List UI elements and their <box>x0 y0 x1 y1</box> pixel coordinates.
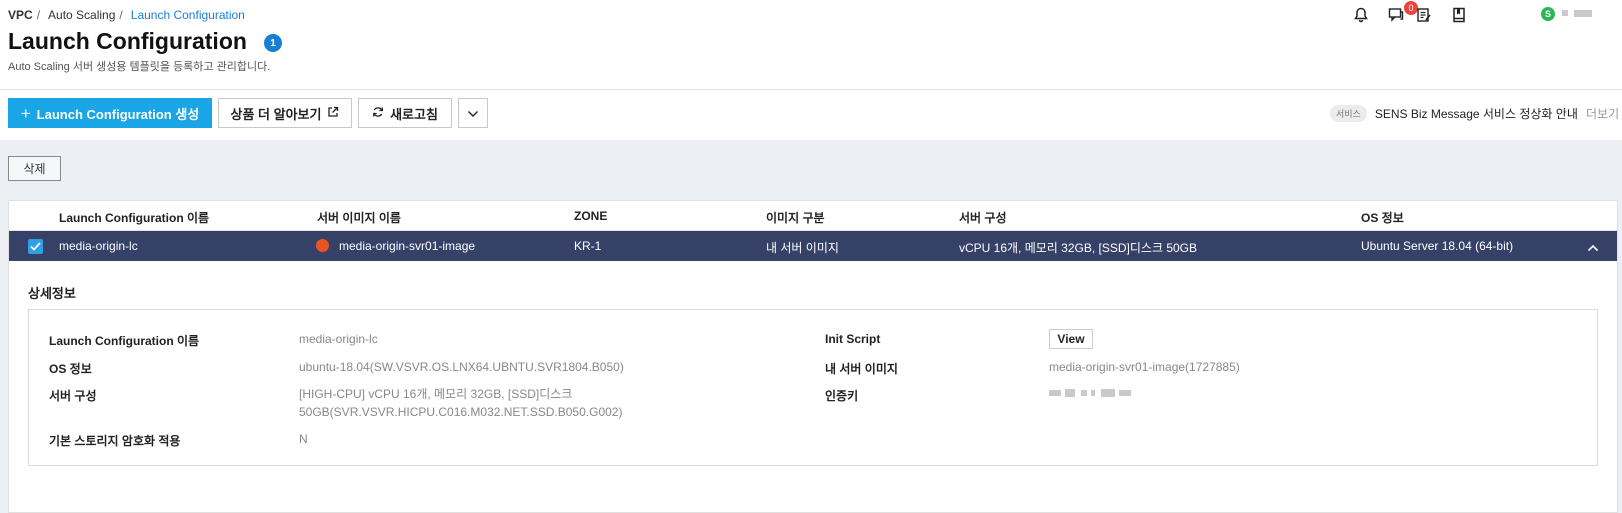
detail-label: Launch Configuration 이름 <box>49 334 200 348</box>
table-header: Launch Configuration 이름 서버 이미지 이름 ZONE 이… <box>9 201 1617 231</box>
cell-image-name: media-origin-svr01-image <box>339 239 476 253</box>
column-header[interactable]: Launch Configuration 이름 <box>59 209 209 226</box>
column-header[interactable]: OS 정보 <box>1361 209 1404 226</box>
column-header[interactable]: 서버 이미지 이름 <box>317 209 401 226</box>
bell-icon[interactable] <box>1351 5 1371 25</box>
notice-tag: 서비스 <box>1330 105 1367 122</box>
cell-image-type: 내 서버 이미지 <box>766 241 839 255</box>
breadcrumb-separator: / <box>119 8 123 22</box>
detail-section-title: 상세정보 <box>28 286 76 301</box>
detail-value: N <box>299 432 308 446</box>
refresh-button[interactable]: 새로고침 <box>358 98 452 128</box>
notice-more-link[interactable]: 더보기 <box>1586 105 1619 122</box>
book-icon[interactable] <box>1449 5 1469 25</box>
detail-label: OS 정보 <box>49 362 92 376</box>
detail-value: [HIGH-CPU] vCPU 16개, 메모리 32GB, [SSD]디스크 <box>299 387 573 401</box>
detail-label: 내 서버 이미지 <box>825 362 898 376</box>
cell-spec: vCPU 16개, 메모리 32GB, [SSD]디스크 50GB <box>959 241 1198 255</box>
chevron-up-icon[interactable] <box>1587 239 1599 257</box>
check-icon <box>30 242 41 251</box>
plus-icon: + <box>20 103 31 123</box>
column-header[interactable]: ZONE <box>574 209 607 223</box>
detail-panel: Launch Configuration 이름 media-origin-lc … <box>28 309 1598 466</box>
refresh-icon <box>372 106 384 121</box>
breadcrumb-vpc[interactable]: VPC <box>8 8 33 22</box>
detail-label: 인증키 <box>825 389 859 403</box>
breadcrumb: VPC / Auto Scaling / Launch Configuratio… <box>8 8 245 22</box>
account-status-icon[interactable]: S <box>1541 7 1555 21</box>
chevron-down-icon <box>467 106 479 121</box>
service-notice[interactable]: 서비스 SENS Biz Message 서비스 정상화 안내 <box>1330 105 1578 122</box>
detail-value: media-origin-lc <box>299 332 378 346</box>
learn-more-button[interactable]: 상품 더 알아보기 <box>218 98 352 128</box>
init-script-view-button[interactable]: View <box>1049 329 1093 349</box>
detail-label: 서버 구성 <box>49 389 97 403</box>
page-header: VPC / Auto Scaling / Launch Configuratio… <box>0 0 1622 90</box>
count-badge: 1 <box>264 34 282 52</box>
page-title: Launch Configuration <box>8 28 247 54</box>
ubuntu-icon <box>316 239 329 252</box>
create-launch-configuration-button[interactable]: + Launch Configuration 생성 <box>8 98 212 128</box>
more-actions-dropdown[interactable] <box>458 98 488 128</box>
detail-value: ubuntu-18.04(SW.VSVR.OS.LNX64.UBNTU.SVR1… <box>299 360 624 374</box>
cell-os: Ubuntu Server 18.04 (64-bit) <box>1361 239 1514 253</box>
detail-label: Init Script <box>825 332 881 346</box>
launch-configuration-table: Launch Configuration 이름 서버 이미지 이름 ZONE 이… <box>8 200 1618 513</box>
detail-value: 50GB(SVR.VSVR.HICPU.C016.M032.NET.SSD.B0… <box>299 405 623 419</box>
breadcrumb-separator: / <box>36 8 41 22</box>
column-header[interactable]: 서버 구성 <box>959 209 1007 226</box>
detail-label: 기본 스토리지 암호화 적용 <box>49 434 181 448</box>
notice-text[interactable]: SENS Biz Message 서비스 정상화 안내 <box>1375 105 1578 122</box>
refresh-label: 새로고침 <box>390 106 438 122</box>
learn-more-label: 상품 더 알아보기 <box>230 106 322 122</box>
external-link-icon <box>327 106 339 121</box>
chat-icon[interactable] <box>1386 5 1406 25</box>
create-button-label: Launch Configuration 생성 <box>36 106 200 122</box>
cell-zone: KR-1 <box>574 239 602 253</box>
account-name-redacted[interactable] <box>1574 10 1592 17</box>
memo-icon[interactable] <box>1414 5 1434 25</box>
delete-button[interactable]: 삭제 <box>8 156 61 181</box>
content-area: 삭제 Launch Configuration 이름 서버 이미지 이름 ZON… <box>0 140 1622 513</box>
account-name-redacted[interactable] <box>1562 10 1568 16</box>
breadcrumb-auto-scaling[interactable]: Auto Scaling <box>48 8 115 22</box>
row-checkbox[interactable] <box>28 239 43 254</box>
column-header[interactable]: 이미지 구분 <box>766 209 825 226</box>
cell-name: media-origin-lc <box>59 239 138 253</box>
table-row[interactable]: media-origin-lc media-origin-svr01-image… <box>9 231 1617 261</box>
detail-value: media-origin-svr01-image(1727885) <box>1049 360 1240 374</box>
breadcrumb-launch-configuration[interactable]: Launch Configuration <box>131 8 245 22</box>
page-subtitle: Auto Scaling 서버 생성용 템플릿을 등록하고 관리합니다. <box>8 61 271 73</box>
